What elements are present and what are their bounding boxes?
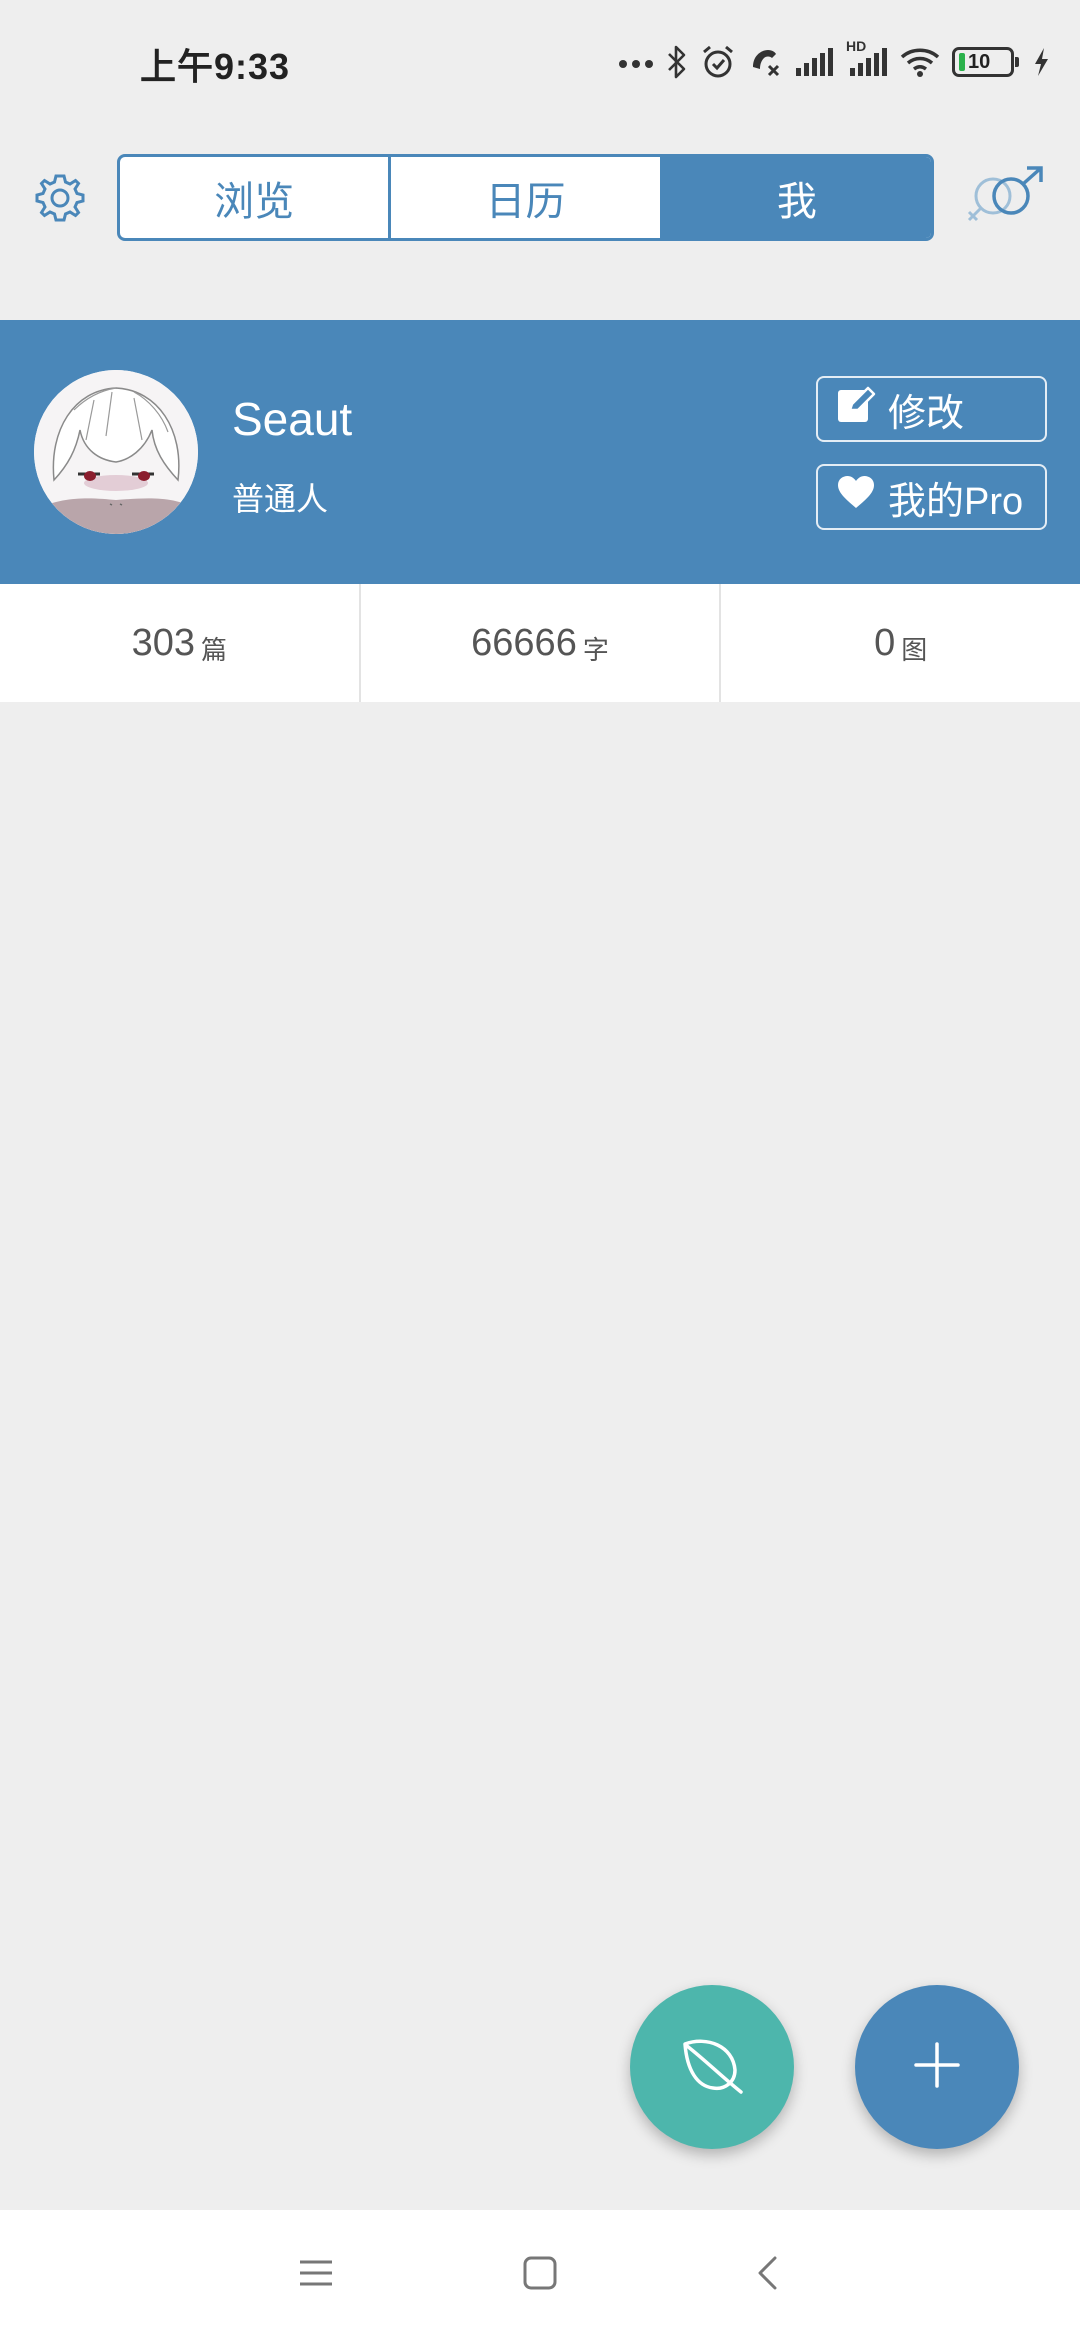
stat-unit: 图: [901, 634, 928, 665]
tab-calendar[interactable]: 日历: [388, 157, 659, 238]
add-fab-button[interactable]: [855, 1985, 1019, 2149]
avatar-image: [34, 370, 198, 534]
edit-profile-button[interactable]: 修改: [816, 376, 1047, 442]
view-tabs: 浏览 日历 我: [117, 154, 934, 241]
battery-fill: [959, 53, 965, 71]
heart-icon: [836, 474, 876, 520]
leaf-icon: [677, 2030, 747, 2105]
status-bar: 上午9:33 HD 10: [0, 0, 1080, 126]
edit-icon: [836, 384, 876, 434]
plus-icon: [912, 2040, 962, 2095]
signal-hd-icon: HD: [846, 38, 888, 78]
stat-value: 303: [131, 621, 196, 664]
battery-level: 10: [968, 51, 991, 73]
stat-unit: 字: [582, 634, 609, 665]
more-dots-icon: [618, 56, 654, 68]
user-role: 普通人: [232, 481, 329, 517]
nav-home-button[interactable]: [510, 2245, 570, 2305]
charging-icon: [1032, 46, 1050, 78]
gender-button[interactable]: [962, 164, 1054, 234]
gear-icon: [33, 171, 87, 230]
bluetooth-icon: [666, 44, 688, 80]
stat-words[interactable]: 66666 字: [358, 584, 720, 702]
avatar[interactable]: [34, 370, 198, 534]
tab-browse[interactable]: 浏览: [120, 157, 388, 238]
nav-menu-button[interactable]: [286, 2245, 346, 2305]
stats-row: 303 篇 66666 字 0 图: [0, 584, 1080, 702]
navigation-bar: [0, 2210, 1080, 2340]
nav-back-button[interactable]: [737, 2245, 797, 2305]
status-time: 上午9:33: [140, 46, 291, 87]
network-label: HD: [846, 38, 867, 54]
wifi-icon: [900, 46, 940, 78]
battery-icon: 10: [952, 47, 1019, 77]
stat-images[interactable]: 0 图: [719, 584, 1080, 702]
stat-articles[interactable]: 303 篇: [0, 584, 359, 702]
back-icon: [755, 2255, 779, 2296]
menu-icon: [298, 2258, 334, 2293]
top-bar: 浏览 日历 我: [0, 126, 1080, 320]
leaf-fab-button[interactable]: [630, 1985, 794, 2149]
username: Seaut: [232, 393, 353, 445]
edit-label: 修改: [888, 392, 965, 435]
status-icons: HD 10: [618, 38, 1050, 84]
stat-unit: 篇: [201, 634, 228, 665]
settings-button[interactable]: [30, 170, 90, 230]
pro-label: 我的Pro: [888, 480, 1024, 523]
profile-card: Seaut 普通人 修改 我的Pro: [0, 320, 1080, 584]
signal-icon: [794, 46, 834, 78]
alarm-icon: [700, 44, 736, 80]
my-pro-button[interactable]: 我的Pro: [816, 464, 1047, 530]
gender-male-icon: [963, 164, 1053, 235]
stat-value: 66666: [471, 621, 577, 664]
call-muted-icon: [748, 45, 782, 79]
tab-me[interactable]: 我: [659, 157, 931, 238]
home-icon: [522, 2255, 558, 2296]
stat-value: 0: [874, 621, 896, 664]
